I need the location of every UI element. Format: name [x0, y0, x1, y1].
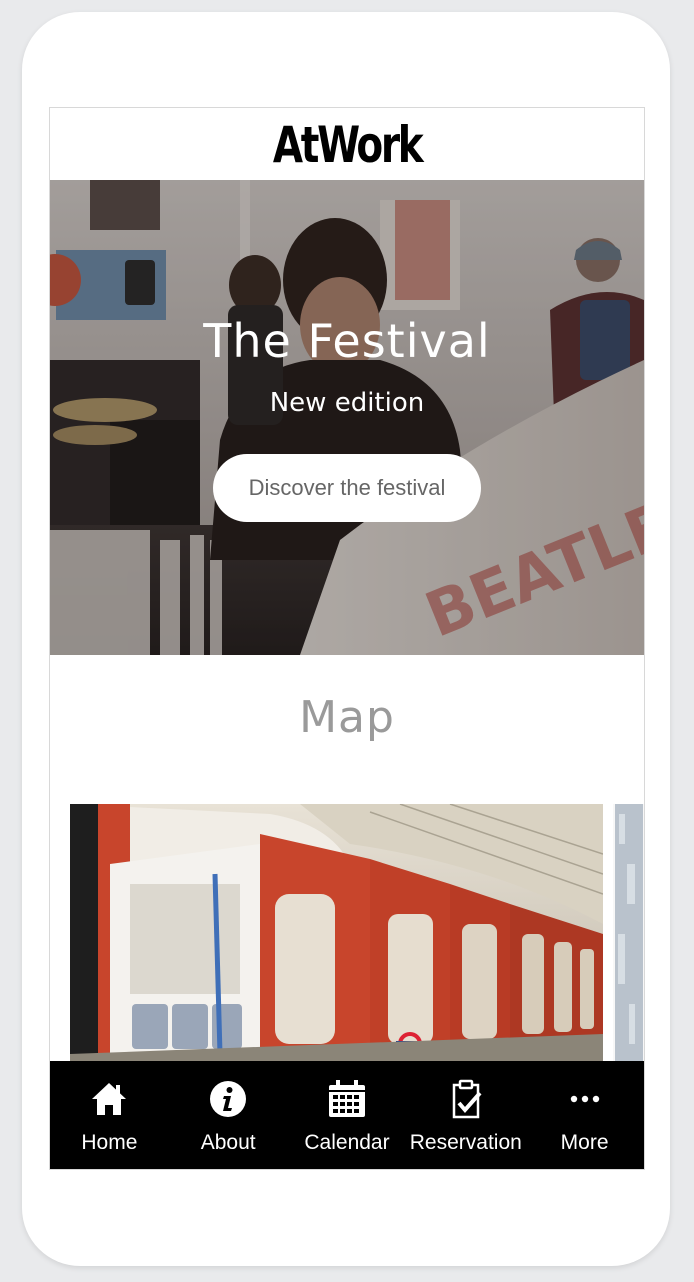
tab-home-label: Home [81, 1131, 138, 1154]
phone-frame: AtWork BEATLES The Festival New edition … [22, 12, 670, 1266]
tab-more[interactable]: More [525, 1061, 644, 1169]
app-header: AtWork [50, 108, 644, 180]
clipboard-check-icon [446, 1079, 486, 1119]
tab-reservation-label: Reservation [409, 1131, 522, 1154]
hero-title: The Festival [203, 314, 491, 368]
tab-about-label: About [200, 1131, 256, 1154]
map-section-title: Map [299, 692, 395, 743]
hero-banner: BEATLES The Festival New edition Discove… [50, 180, 644, 655]
map-carousel[interactable] [70, 804, 644, 1064]
hero-subtitle: New edition [269, 388, 425, 418]
next-slide-image [613, 804, 644, 1064]
tab-calendar-label: Calendar [304, 1131, 390, 1154]
tab-home[interactable]: Home [50, 1061, 169, 1169]
home-icon [89, 1079, 129, 1119]
subway-train-image [70, 804, 603, 1064]
brand-logo[interactable]: AtWork [273, 120, 424, 170]
app-screen: AtWork BEATLES The Festival New edition … [49, 107, 645, 1170]
more-icon [565, 1079, 605, 1119]
bottom-tab-bar: Home About Calendar Reservation More [50, 1061, 644, 1169]
info-icon [208, 1079, 248, 1119]
discover-festival-button[interactable]: Discover the festival [213, 454, 481, 522]
tab-more-label: More [560, 1131, 609, 1154]
tab-calendar[interactable]: Calendar [288, 1061, 407, 1169]
tab-reservation[interactable]: Reservation [406, 1061, 525, 1169]
carousel-slide[interactable] [70, 804, 603, 1064]
calendar-icon [327, 1079, 367, 1119]
tab-about[interactable]: About [169, 1061, 288, 1169]
carousel-next-slide[interactable] [613, 804, 644, 1064]
